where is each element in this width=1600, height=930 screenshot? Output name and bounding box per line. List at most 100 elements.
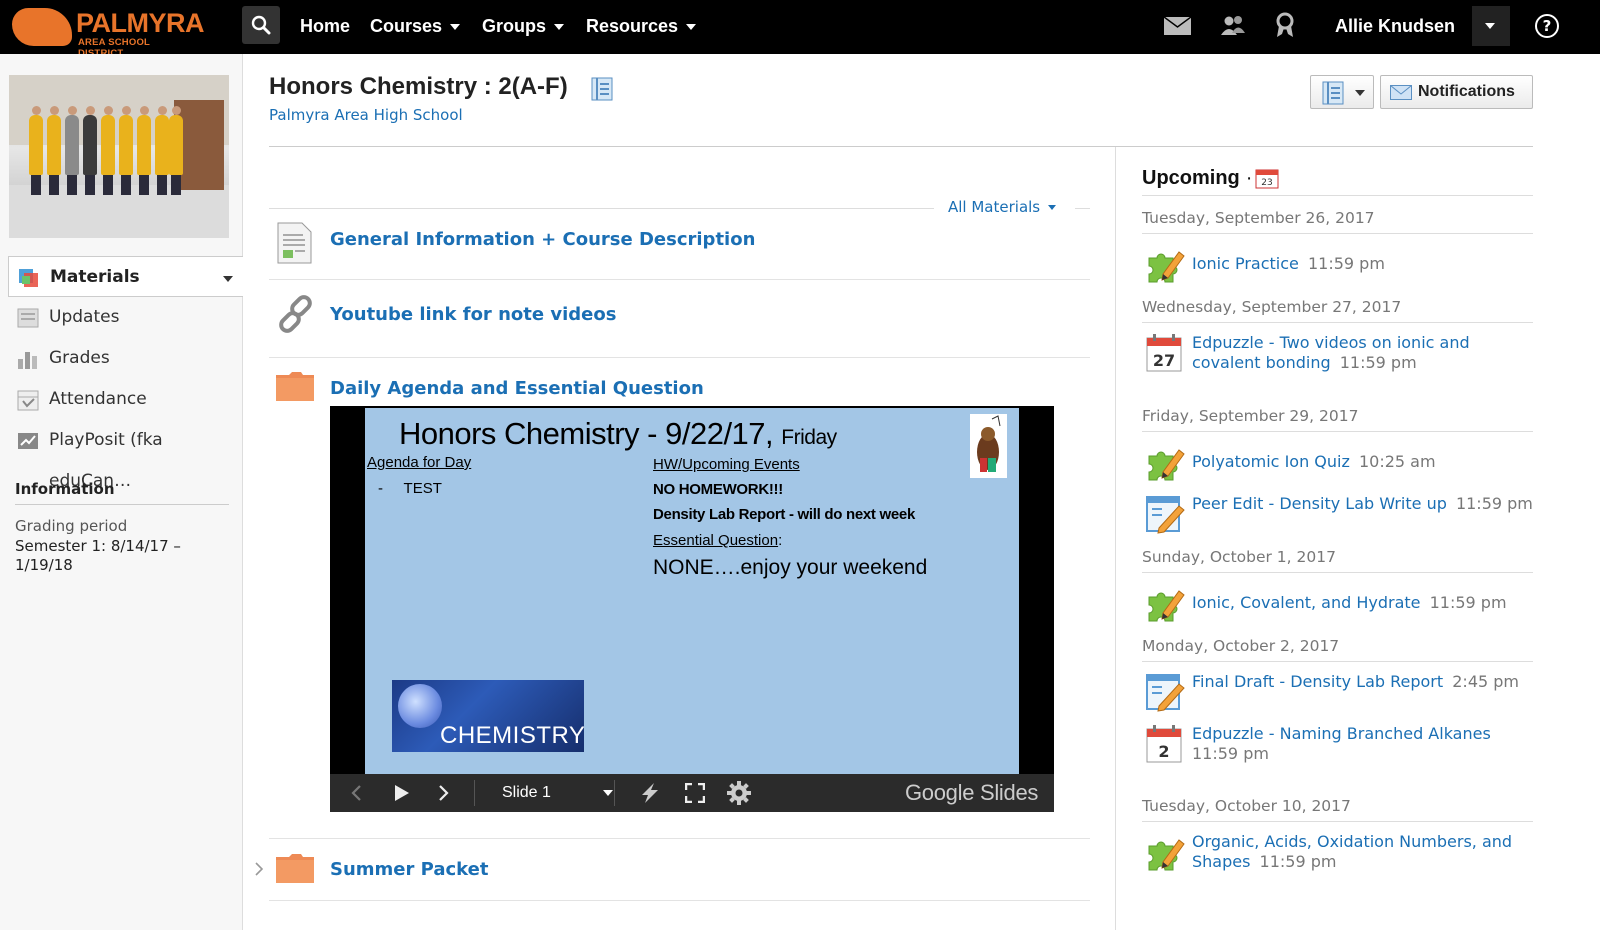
nav-resources[interactable]: Resources xyxy=(586,0,697,54)
sidebar-item-materials[interactable]: Materials xyxy=(8,256,243,297)
materials-icon xyxy=(19,269,38,287)
essential-question-text: NONE….enjoy your weekend xyxy=(653,556,928,579)
upcoming-event[interactable]: 2 Edpuzzle - Naming Branched Alkanes 11:5… xyxy=(1142,724,1533,768)
chevron-down-icon xyxy=(1485,23,1495,29)
chevron-down-icon xyxy=(1355,90,1365,96)
event-link[interactable]: Final Draft - Density Lab Report xyxy=(1192,672,1443,691)
control-divider xyxy=(474,780,475,806)
event-link[interactable]: Edpuzzle - Naming Branched Alkanes xyxy=(1192,724,1491,743)
user-name[interactable]: Allie Knudsen xyxy=(1335,0,1455,52)
district-logo[interactable]: PALMYRA AREA SCHOOL DISTRICT xyxy=(12,6,205,59)
help-icon[interactable]: ? xyxy=(1535,14,1559,38)
panther-logo-icon xyxy=(12,8,72,46)
previous-slide-icon[interactable] xyxy=(350,785,362,801)
event-link[interactable]: Ionic, Covalent, and Hydrate xyxy=(1192,593,1421,612)
hw-line: Density Lab Report - will do next week xyxy=(653,506,915,523)
event-link[interactable]: Ionic Practice xyxy=(1192,254,1299,273)
mail-icon[interactable] xyxy=(1164,17,1191,35)
upcoming-header: Upcoming · xyxy=(1142,167,1253,189)
upcoming-event[interactable]: Organic, Acids, Oxidation Numbers, and S… xyxy=(1142,832,1533,876)
grading-period-value: Semester 1: 8/14/17 – 1/19/18 xyxy=(15,537,181,574)
badges-icon[interactable] xyxy=(1275,12,1295,38)
nav-home[interactable]: Home xyxy=(300,0,350,54)
material-item[interactable]: Youtube link for note videos xyxy=(269,280,1090,358)
slide-selector[interactable]: Slide 1 xyxy=(502,774,613,812)
event-time: 10:25 am xyxy=(1353,452,1436,471)
calendar-event-icon: 27 xyxy=(1145,333,1183,377)
upcoming-event[interactable]: 27 Edpuzzle - Two videos on ionic and cov… xyxy=(1142,333,1533,377)
event-time: 11:59 pm xyxy=(1424,593,1507,612)
upcoming-divider xyxy=(1142,195,1533,196)
agenda-header: Agenda for Day xyxy=(367,454,472,471)
event-label: Edpuzzle - Naming Branched Alkanes 11:59… xyxy=(1192,724,1533,764)
event-link[interactable]: Polyatomic Ion Quiz xyxy=(1192,452,1350,471)
course-options-button[interactable] xyxy=(1310,75,1374,109)
material-link[interactable]: Youtube link for note videos xyxy=(330,304,616,325)
course-profile-photo xyxy=(9,75,229,238)
event-time: 11:59 pm xyxy=(1254,852,1337,871)
filter-divider xyxy=(1075,208,1090,209)
event-time: 2:45 pm xyxy=(1447,672,1519,691)
google-slides-brand[interactable]: Google Slides xyxy=(905,774,1038,812)
notifications-button[interactable]: Notifications xyxy=(1380,75,1533,109)
chevron-down-icon[interactable] xyxy=(223,276,233,282)
attendance-icon xyxy=(17,390,39,411)
user-menu-button[interactable] xyxy=(1472,6,1510,46)
course-notebook-icon xyxy=(591,77,613,101)
upcoming-event[interactable]: Polyatomic Ion Quiz 10:25 am xyxy=(1142,442,1533,486)
svg-text:2: 2 xyxy=(1158,742,1169,761)
people-icon[interactable] xyxy=(1220,15,1246,37)
chevron-down-icon xyxy=(450,24,461,31)
agenda-item: - TEST xyxy=(378,480,442,497)
event-label: Final Draft - Density Lab Report 2:45 pm xyxy=(1192,672,1533,692)
material-item[interactable]: General Information + Course Description xyxy=(269,210,1090,280)
event-link[interactable]: Peer Edit - Density Lab Write up xyxy=(1192,494,1447,513)
fullscreen-icon[interactable] xyxy=(685,783,705,803)
speaker-notes-icon[interactable] xyxy=(640,782,660,804)
chemistry-image-text: CHEMISTRY xyxy=(440,722,584,749)
mascot-clipart-icon xyxy=(970,414,1007,478)
sidebar-item-grades[interactable]: Grades xyxy=(8,338,243,379)
play-icon[interactable] xyxy=(394,784,410,802)
assignment-icon xyxy=(1145,244,1187,290)
event-label: Peer Edit - Density Lab Write up 11:59 p… xyxy=(1192,494,1533,514)
sidebar-item-playposit[interactable]: PlayPosit (fka eduCan… xyxy=(8,420,243,491)
material-link[interactable]: Summer Packet xyxy=(330,859,488,880)
chevron-right-icon[interactable] xyxy=(255,862,263,876)
school-link[interactable]: Palmyra Area High School xyxy=(269,106,463,124)
material-link[interactable]: General Information + Course Description xyxy=(330,229,755,250)
event-link[interactable]: Organic, Acids, Oxidation Numbers, and S… xyxy=(1192,832,1512,871)
settings-gear-icon[interactable] xyxy=(726,780,752,806)
slide-canvas: Honors Chemistry - 9/22/17, Friday Agend… xyxy=(365,408,1019,774)
material-link[interactable]: Daily Agenda and Essential Question xyxy=(330,378,704,399)
envelope-icon xyxy=(1390,85,1412,100)
event-time: 11:59 pm xyxy=(1192,744,1269,763)
event-label: Edpuzzle - Two videos on ionic and coval… xyxy=(1192,333,1533,373)
nav-courses[interactable]: Courses xyxy=(370,0,461,54)
logo-title: PALMYRA xyxy=(76,8,205,38)
next-slide-icon[interactable] xyxy=(438,785,450,801)
search-button[interactable] xyxy=(242,6,280,44)
document-icon xyxy=(277,222,312,264)
sidebar-item-label: Materials xyxy=(50,267,140,287)
calendar-event-icon: 2 xyxy=(1145,724,1183,768)
google-slides-embed[interactable]: Honors Chemistry - 9/22/17, Friday Agend… xyxy=(330,406,1054,812)
calendar-icon[interactable]: 23 xyxy=(1255,167,1279,189)
event-link[interactable]: Edpuzzle - Two videos on ionic and coval… xyxy=(1192,333,1470,372)
course-nav: Materials Updates Grades Attendance Play… xyxy=(8,256,243,491)
sidebar-item-label: Updates xyxy=(49,307,120,327)
upcoming-event[interactable]: Ionic, Covalent, and Hydrate 11:59 pm xyxy=(1142,583,1533,627)
upcoming-date-header: Wednesday, September 27, 2017 xyxy=(1142,298,1533,323)
sidebar-item-label: Grades xyxy=(49,348,110,368)
folder-icon xyxy=(276,372,314,401)
upcoming-date-header: Friday, September 29, 2017 xyxy=(1142,407,1533,432)
discussion-icon xyxy=(1145,672,1185,716)
material-folder-item[interactable]: Summer Packet xyxy=(255,839,1090,901)
upcoming-event[interactable]: Ionic Practice 11:59 pm xyxy=(1142,244,1533,288)
sidebar-item-updates[interactable]: Updates xyxy=(8,297,243,338)
nav-groups[interactable]: Groups xyxy=(482,0,565,54)
upcoming-event[interactable]: Final Draft - Density Lab Report 2:45 pm xyxy=(1142,672,1533,716)
sidebar-item-label: Attendance xyxy=(49,389,147,409)
upcoming-event[interactable]: Peer Edit - Density Lab Write up 11:59 p… xyxy=(1142,494,1533,538)
sidebar-item-attendance[interactable]: Attendance xyxy=(8,379,243,420)
